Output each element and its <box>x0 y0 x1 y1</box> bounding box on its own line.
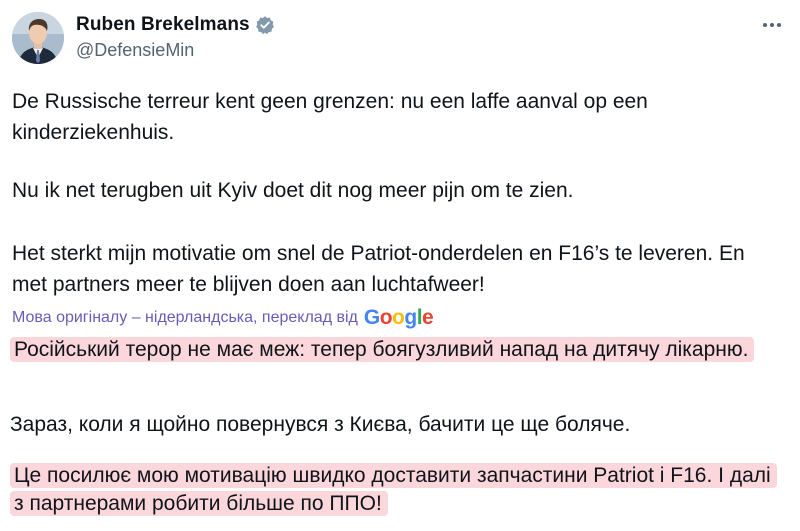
translated-paragraph: Це посилює мою мотивацію швидко доставит… <box>10 462 782 518</box>
author-name-row: Ruben Brekelmans <box>76 14 275 36</box>
highlighted-text: Російський терор не має меж: тепер боягу… <box>10 337 755 362</box>
profile-photo <box>12 12 64 64</box>
translation-attribution[interactable]: Мова оригіналу – нідерландська, переклад… <box>12 306 434 330</box>
more-options-icon[interactable] <box>760 16 784 34</box>
author-handle[interactable]: @DefensieMin <box>76 40 194 61</box>
translated-paragraph: Російський терор не має меж: тепер боягу… <box>10 336 782 364</box>
translated-paragraph: Зараз, коли я щойно повернувся з Києва, … <box>10 413 631 436</box>
google-logo: Google <box>363 306 434 329</box>
translation-note-text: Мова оригіналу – нідерландська, переклад… <box>12 309 358 326</box>
highlighted-text: Це посилює мою мотивацію швидко доставит… <box>10 463 777 516</box>
post-card: Ruben Brekelmans @DefensieMin De Russisc… <box>0 0 800 531</box>
post-paragraph: Het sterkt mijn motivatie om snel de Pat… <box>12 242 745 296</box>
post-paragraph: Nu ik net terugben uit Kyiv doet dit nog… <box>12 179 574 202</box>
author-display-name[interactable]: Ruben Brekelmans <box>76 14 250 36</box>
post-paragraph: De Russische terreur kent geen grenzen: … <box>12 90 648 144</box>
avatar[interactable] <box>12 12 64 64</box>
verified-badge-icon <box>255 15 275 35</box>
